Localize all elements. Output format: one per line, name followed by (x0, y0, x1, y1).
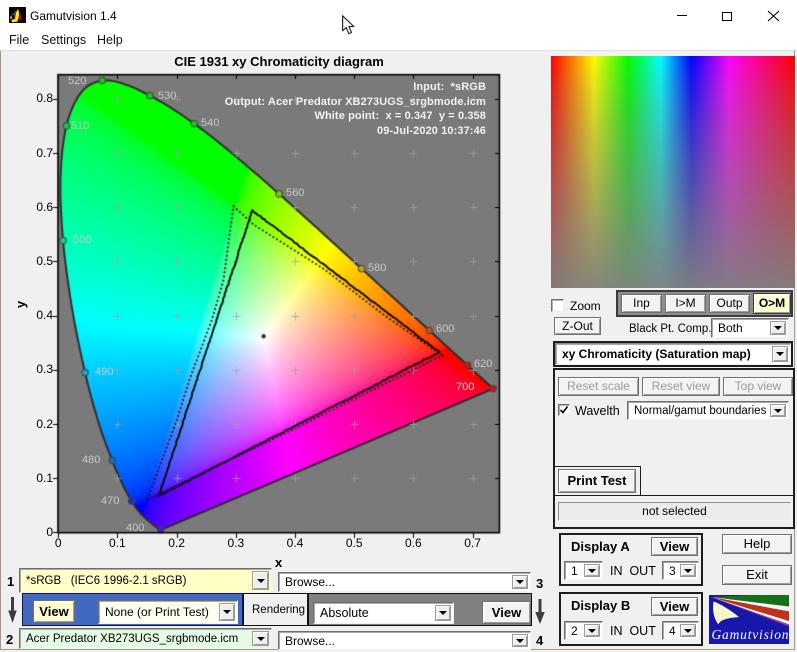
svg-text:Gamutvision: Gamutvision (712, 627, 790, 642)
